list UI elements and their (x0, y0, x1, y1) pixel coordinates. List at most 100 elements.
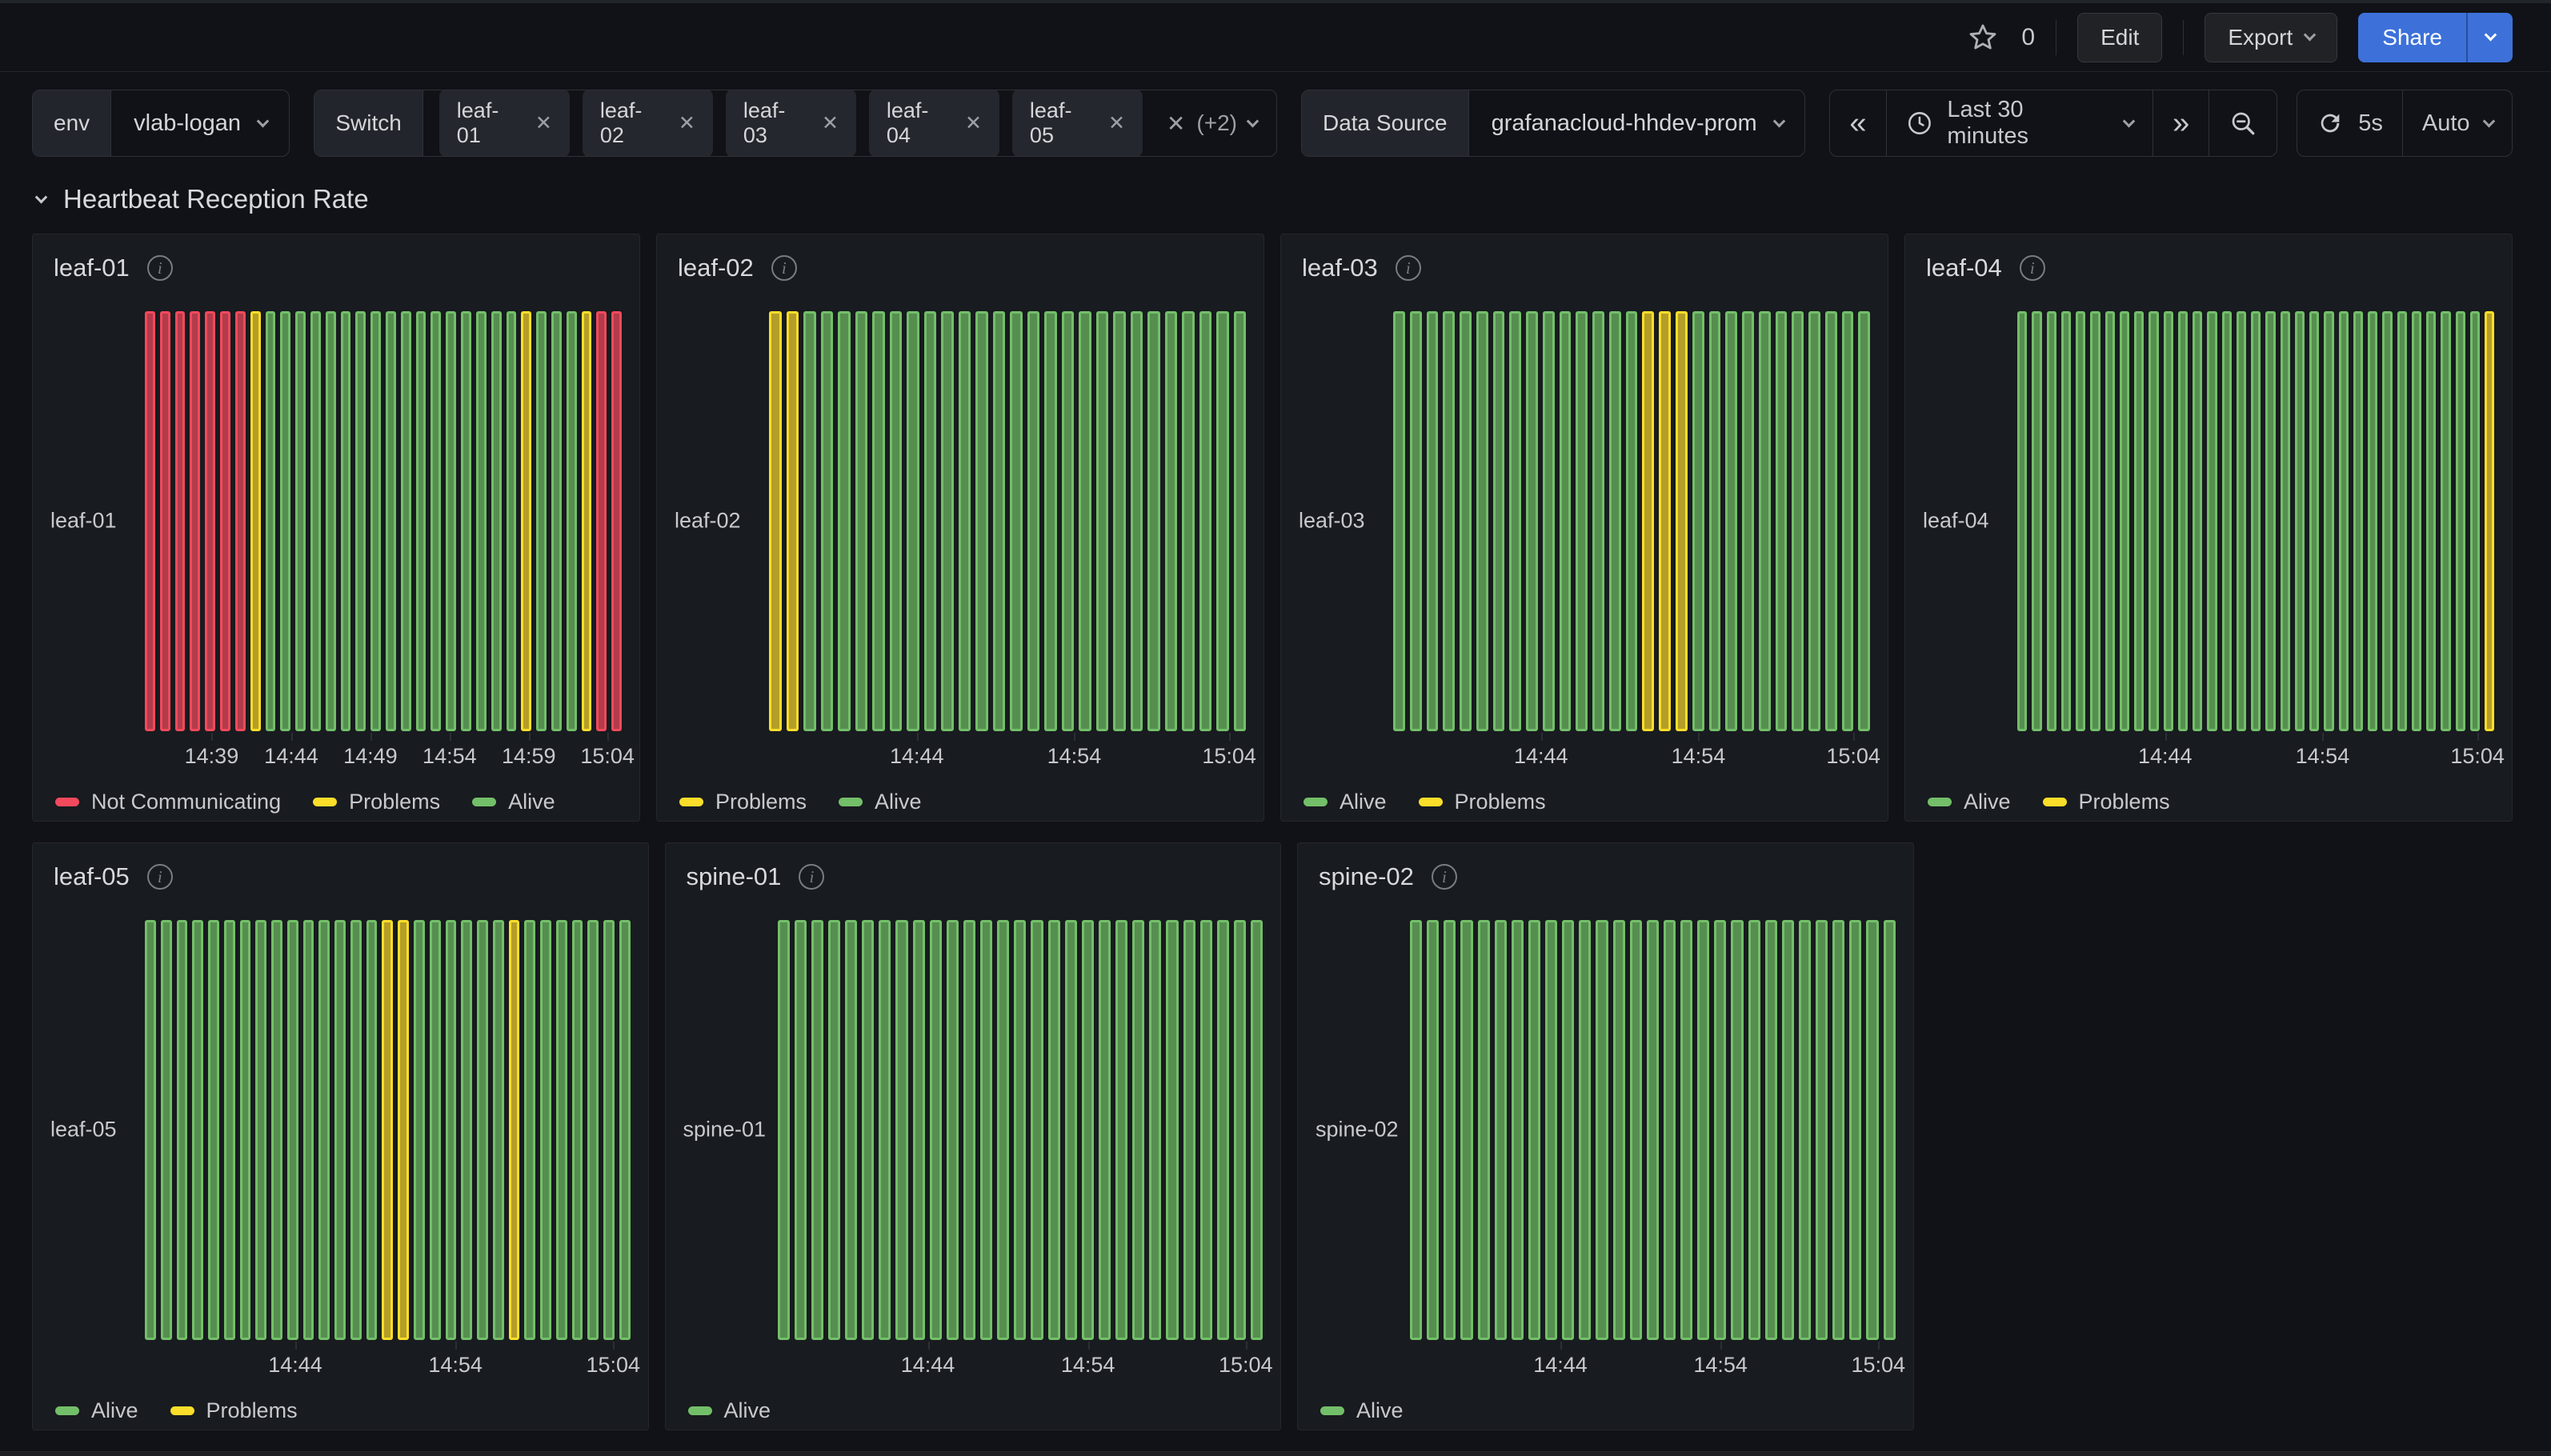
status-bar-alive[interactable] (161, 920, 172, 1340)
status-bar-alive[interactable] (1044, 311, 1057, 731)
status-bar-alive[interactable] (947, 920, 959, 1340)
status-bar-alive[interactable] (890, 311, 903, 731)
time-shift-back-button[interactable]: « (1830, 90, 1885, 156)
status-bar-alive[interactable] (341, 311, 351, 731)
status-bar-alive[interactable] (1849, 920, 1861, 1340)
status-bar-alive[interactable] (414, 920, 425, 1340)
legend-item-not_communicating[interactable]: Not Communicating (55, 790, 281, 814)
share-button[interactable]: Share (2358, 13, 2466, 62)
status-bar-alive[interactable] (1759, 311, 1771, 731)
status-bar-alive[interactable] (2281, 311, 2290, 731)
export-button[interactable]: Export (2205, 13, 2337, 62)
status-bar-alive[interactable] (240, 920, 251, 1340)
status-bar-alive[interactable] (1393, 311, 1405, 731)
status-bar-alive[interactable] (1149, 920, 1161, 1340)
status-bar-alive[interactable] (1079, 311, 1091, 731)
info-icon[interactable]: i (147, 864, 173, 890)
status-bar-alive[interactable] (1082, 920, 1094, 1340)
status-bar-alive[interactable] (2470, 311, 2480, 731)
status-bar-alive[interactable] (145, 920, 156, 1340)
status-bar-alive[interactable] (1115, 920, 1127, 1340)
status-bar-problems[interactable] (769, 311, 782, 731)
status-bar-alive[interactable] (1495, 920, 1507, 1340)
favorite-star-icon[interactable] (1960, 15, 2005, 60)
status-bar-alive[interactable] (1132, 920, 1144, 1340)
status-bar-alive[interactable] (1444, 920, 1456, 1340)
status-bar-alive[interactable] (334, 920, 346, 1340)
status-bar-alive[interactable] (255, 920, 266, 1340)
status-bar-alive[interactable] (1183, 920, 1195, 1340)
chip-close-icon[interactable]: ✕ (965, 111, 982, 135)
status-bar-alive[interactable] (1410, 920, 1422, 1340)
status-bar-not_communicating[interactable] (145, 311, 155, 731)
status-bar-alive[interactable] (224, 920, 235, 1340)
status-bar-alive[interactable] (1147, 311, 1160, 731)
status-bar-problems[interactable] (2485, 311, 2494, 731)
status-bar-alive[interactable] (1234, 920, 1246, 1340)
status-bar-alive[interactable] (1200, 920, 1212, 1340)
status-bar-alive[interactable] (1592, 311, 1604, 731)
status-bar-alive[interactable] (177, 920, 188, 1340)
status-bar-alive[interactable] (2324, 311, 2333, 731)
status-bar-alive[interactable] (1765, 920, 1777, 1340)
status-bar-alive[interactable] (872, 311, 885, 731)
status-bar-alive[interactable] (536, 311, 547, 731)
status-bar-alive[interactable] (2295, 311, 2305, 731)
status-bar-alive[interactable] (370, 311, 381, 731)
status-bar-alive[interactable] (1131, 311, 1143, 731)
status-bar-alive[interactable] (446, 311, 456, 731)
status-bar-problems[interactable] (382, 920, 393, 1340)
status-bar-alive[interactable] (1217, 920, 1229, 1340)
status-bar-alive[interactable] (907, 311, 919, 731)
switch-overflow-toggle[interactable]: ✕ (+2) (1159, 90, 1276, 156)
status-bar-alive[interactable] (1562, 920, 1574, 1340)
legend-item-alive[interactable]: Alive (839, 790, 922, 814)
status-bar-problems[interactable] (1659, 311, 1671, 731)
status-bar-alive[interactable] (355, 311, 366, 731)
status-bar-alive[interactable] (1443, 311, 1455, 731)
status-bar-alive[interactable] (366, 920, 378, 1340)
status-bar-alive[interactable] (1509, 311, 1521, 731)
status-bar-alive[interactable] (2426, 311, 2436, 731)
status-bar-alive[interactable] (1460, 920, 1472, 1340)
status-bar-not_communicating[interactable] (235, 311, 246, 731)
status-bar-not_communicating[interactable] (220, 311, 230, 731)
status-bar-alive[interactable] (1884, 920, 1896, 1340)
status-bar-alive[interactable] (2178, 311, 2188, 731)
status-bar-alive[interactable] (192, 920, 203, 1340)
info-icon[interactable]: i (1432, 864, 1457, 890)
status-bar-alive[interactable] (1858, 311, 1870, 731)
status-bar-alive[interactable] (2105, 311, 2115, 731)
share-menu-button[interactable] (2466, 13, 2513, 62)
status-bar-alive[interactable] (924, 311, 937, 731)
panel-title[interactable]: leaf-01 (54, 254, 130, 282)
edit-button[interactable]: Edit (2077, 13, 2162, 62)
status-bar-alive[interactable] (1460, 311, 1472, 731)
status-bar-alive[interactable] (2382, 311, 2392, 731)
status-bar-alive[interactable] (431, 311, 441, 731)
status-bar-not_communicating[interactable] (190, 311, 200, 731)
status-bar-alive[interactable] (795, 920, 807, 1340)
status-bar-alive[interactable] (2193, 311, 2202, 731)
status-bar-alive[interactable] (811, 920, 823, 1340)
status-bar-alive[interactable] (993, 311, 1006, 731)
status-bar-alive[interactable] (1234, 311, 1247, 731)
status-bar-alive[interactable] (2339, 311, 2349, 731)
status-bar-alive[interactable] (1596, 920, 1608, 1340)
status-bar-alive[interactable] (2090, 311, 2100, 731)
status-bar-alive[interactable] (1714, 920, 1726, 1340)
status-bar-alive[interactable] (551, 311, 562, 731)
status-bar-alive[interactable] (1576, 311, 1588, 731)
status-bar-alive[interactable] (2017, 311, 2027, 731)
status-bar-alive[interactable] (603, 920, 615, 1340)
switch-chip-leaf-02[interactable]: leaf-02✕ (583, 90, 713, 157)
status-bar-alive[interactable] (540, 920, 551, 1340)
status-bar-alive[interactable] (1626, 311, 1638, 731)
status-bar-not_communicating[interactable] (596, 311, 607, 731)
status-bar-alive[interactable] (1165, 311, 1178, 731)
status-bar-alive[interactable] (855, 311, 868, 731)
status-bar-problems[interactable] (787, 311, 799, 731)
status-bar-alive[interactable] (416, 311, 427, 731)
info-icon[interactable]: i (1396, 255, 1421, 281)
time-range-picker[interactable]: Last 30 minutes (1886, 90, 2153, 156)
